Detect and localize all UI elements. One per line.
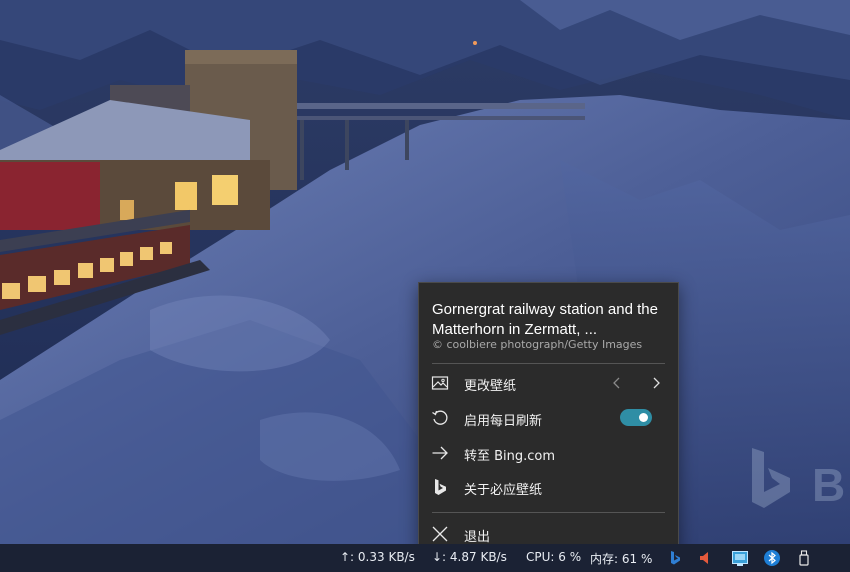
menu-item-label: 退出 (464, 530, 491, 545)
bing-watermark: Bi (748, 448, 850, 512)
speaker-muted-icon[interactable] (698, 549, 716, 567)
daily-refresh-toggle[interactable] (620, 409, 652, 426)
refresh-icon (432, 410, 448, 425)
bing-watermark-logo-icon (752, 448, 790, 508)
bing-tray-icon[interactable] (666, 549, 684, 567)
arrow-right-icon (432, 446, 448, 460)
chevron-left-icon[interactable] (609, 375, 625, 391)
upload-speed: ↑: 0.33 KB/s (340, 550, 415, 564)
cpu-usage: CPU: 6 % (526, 550, 582, 564)
chevron-right-icon[interactable] (648, 375, 664, 391)
wallpaper-copyright: © coolbiere photograph/Getty Images (432, 338, 643, 351)
memory-usage: 内存: 61 % (590, 552, 653, 566)
download-speed: ↓: 4.87 KB/s (432, 550, 507, 564)
bing-wallpaper-flyout: Gornergrat railway station and the Matte… (418, 282, 679, 558)
image-icon (431, 376, 449, 390)
menu-item-change-wallpaper[interactable]: 更改壁纸 (419, 367, 678, 399)
menu-divider (432, 512, 665, 513)
close-icon (432, 526, 448, 542)
menu-item-daily-refresh[interactable]: 启用每日刷新 (419, 402, 678, 434)
bluetooth-icon[interactable] (763, 549, 781, 567)
menu-item-label: 更改壁纸 (464, 379, 517, 394)
bing-logo-icon (435, 479, 446, 495)
menu-item-label: 关于必应壁纸 (464, 483, 543, 498)
usb-drive-icon[interactable] (795, 549, 813, 567)
menu-item-label: 转至 Bing.com (464, 449, 556, 464)
wallpaper-title[interactable]: Gornergrat railway station and the Matte… (432, 300, 664, 340)
bing-watermark-text: Bi (812, 459, 850, 511)
network-icon[interactable] (731, 549, 749, 567)
toggle-knob (639, 413, 648, 422)
taskbar: ↑: 0.33 KB/s ↓: 4.87 KB/s CPU: 6 % 内存: 6… (0, 544, 850, 572)
menu-item-label: 启用每日刷新 (464, 414, 543, 429)
menu-divider (432, 363, 665, 364)
menu-item-about[interactable]: 关于必应壁纸 (419, 471, 678, 503)
menu-item-go-to-bing[interactable]: 转至 Bing.com (419, 437, 678, 469)
